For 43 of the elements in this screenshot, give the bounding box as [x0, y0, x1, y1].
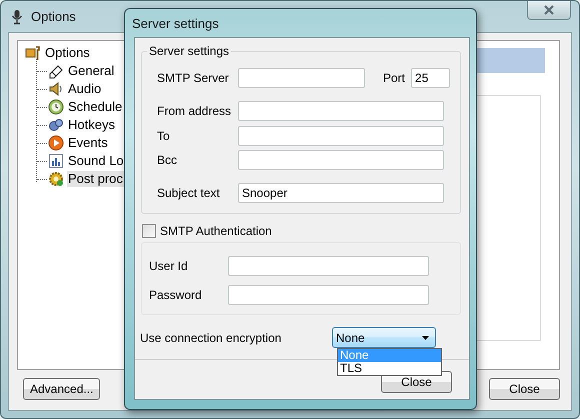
field-label: Port: [383, 71, 406, 85]
encryption-dropdown[interactable]: None: [332, 327, 436, 348]
input-field[interactable]: Snooper: [238, 183, 444, 203]
tree-item[interactable]: General: [67, 63, 116, 79]
field-label: Use connection encryption: [140, 330, 282, 344]
tree-item[interactable]: Post proc: [67, 171, 124, 187]
tree-item[interactable]: Sound Lo: [67, 153, 125, 169]
field-label: User Id: [149, 259, 189, 273]
checkbox-label: SMTP Authentication: [160, 224, 272, 238]
tree-item[interactable]: Events: [67, 135, 109, 151]
field-label: From address: [157, 104, 232, 118]
checkbox[interactable]: [142, 224, 156, 238]
play-icon: [48, 135, 64, 151]
input-field[interactable]: [228, 285, 429, 305]
tree-item[interactable]: Schedule: [67, 99, 124, 115]
tree-item[interactable]: Hotkeys: [67, 117, 116, 133]
input-field[interactable]: [228, 256, 429, 276]
input-field[interactable]: [238, 150, 444, 170]
input-field[interactable]: [238, 68, 365, 88]
clock-icon: [48, 99, 64, 115]
caret-icon: [422, 336, 429, 340]
input-field[interactable]: [238, 101, 444, 121]
close-icon: [543, 5, 555, 15]
speaker-icon: [48, 81, 64, 97]
tree-item[interactable]: Audio: [67, 81, 102, 97]
close-button[interactable]: [527, 1, 571, 20]
input-field[interactable]: [238, 126, 444, 146]
input-field[interactable]: 25: [411, 68, 450, 88]
field-label: Subject text: [157, 186, 221, 200]
field-label: SMTP Server: [157, 71, 230, 85]
group-title: Server settings: [148, 44, 230, 58]
close-button[interactable]: Close: [489, 378, 560, 400]
microphone-icon: [9, 8, 25, 24]
advanced-button[interactable]: Advanced...: [23, 378, 100, 400]
tree-item[interactable]: Options: [44, 45, 91, 61]
chart-icon: [48, 153, 64, 169]
pencil-icon: [48, 63, 64, 79]
dialog-title: Server settings: [132, 16, 219, 30]
field-label: To: [157, 129, 171, 143]
window-title: Options: [31, 9, 76, 24]
field-label: Bcc: [157, 153, 178, 167]
gear-icon: [48, 171, 64, 187]
field-label: Password: [149, 288, 203, 302]
